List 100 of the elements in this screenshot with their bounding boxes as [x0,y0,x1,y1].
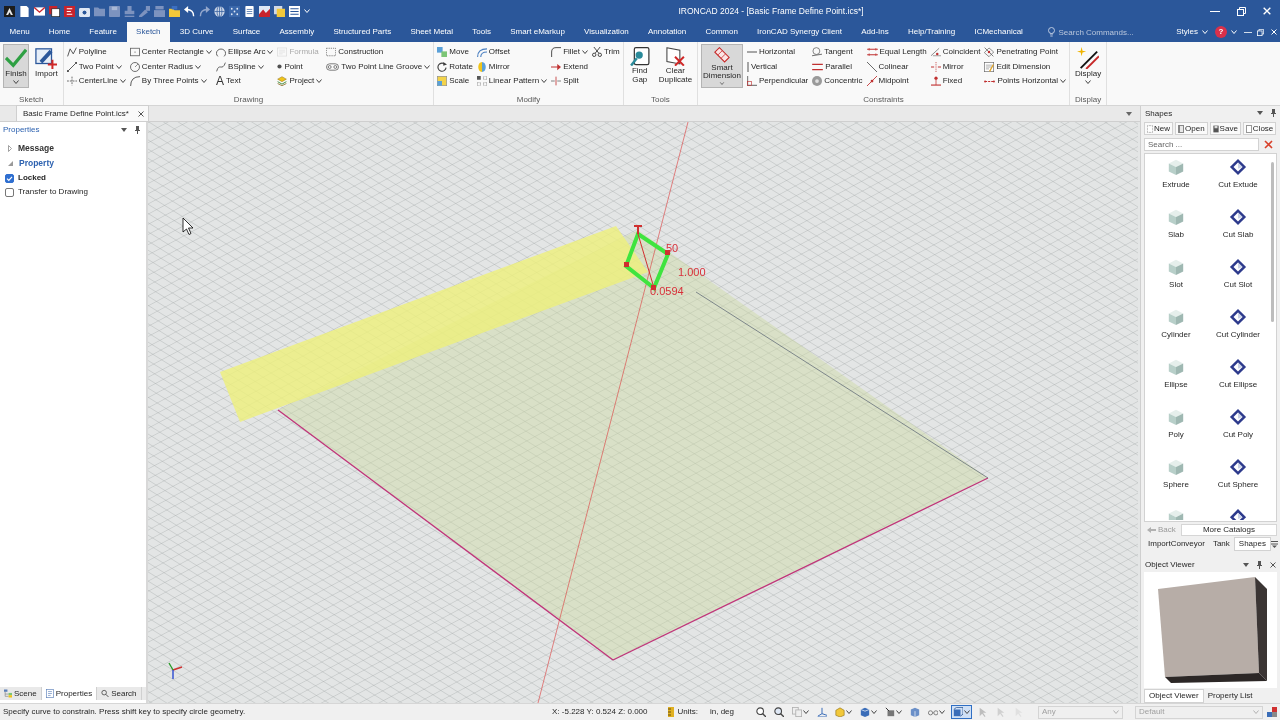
ribbon-tab[interactable]: Sketch [126,22,171,42]
panel-tab[interactable]: Properties [41,687,98,700]
ribbon-button[interactable]: Two Point Line Groove [326,59,431,74]
ribbon-tab[interactable]: Visualization [574,22,639,42]
ribbon-tab[interactable]: Assembly [269,22,324,42]
ribbon-tab[interactable]: Surface [223,22,270,42]
cube-icon[interactable] [860,707,870,717]
ribbon-tab[interactable]: Menu [0,22,40,42]
panel-tab[interactable]: Property List [1203,688,1257,703]
ribbon-large-button[interactable]: Smart Dimension [701,44,743,88]
view-mode-button[interactable] [951,705,972,719]
axis-icon[interactable] [817,707,827,717]
checkbox[interactable] [5,187,14,197]
magnifier-icon[interactable] [774,707,784,717]
panel-tab[interactable]: ImportConveyor [1144,537,1209,552]
more-catalogs-button[interactable]: More Catalogs [1180,523,1277,536]
shape-item[interactable]: Slot [1145,257,1207,308]
ribbon-button[interactable]: Fillet [551,45,589,60]
ribbon-button[interactable]: Point [277,59,323,74]
document-tab[interactable]: Basic Frame Define Point.ics* [16,105,149,121]
page-icon[interactable] [19,5,30,17]
ribbon-tab[interactable]: Common [695,22,748,42]
pin-icon[interactable] [1257,560,1262,569]
panel-button[interactable]: New [1144,122,1173,136]
ribbon-button[interactable]: Trim [592,45,620,60]
panel-tab[interactable]: Search [97,687,142,700]
letter-sheet-icon[interactable] [64,5,75,17]
panel-tab[interactable]: Scene [0,687,42,700]
arrow-box-icon[interactable] [885,707,895,717]
ribbon-tab[interactable]: Annotation [638,22,696,42]
shape-item[interactable]: Extrude [1145,157,1207,208]
app-logo-icon[interactable] [4,5,15,17]
ribbon-button[interactable]: Linear Pattern [476,74,548,89]
folder-icon[interactable] [169,5,180,17]
undo-icon[interactable] [184,5,195,17]
ribbon-large-button[interactable]: Display [1072,44,1104,88]
help-button[interactable]: ? [1215,26,1227,38]
ribbon-button[interactable]: Center Rectangle [129,45,213,60]
ribbon-button[interactable]: Project [277,74,323,89]
ribbon-large-button[interactable]: Find Gap [626,44,653,88]
pin-icon[interactable] [135,125,140,134]
ribbon-tab[interactable]: Home [39,22,80,42]
scrollbar-thumb[interactable] [1271,161,1274,322]
ribbon-button[interactable]: Center Radius [129,59,213,74]
ribbon-button[interactable]: Edit Dimension [984,59,1066,74]
shape-item[interactable]: Poly [1145,407,1207,458]
ribbon-button[interactable]: Penetrating Point [984,45,1066,60]
dropdown-arrow-icon[interactable] [1257,111,1263,116]
ribbon-tab[interactable]: 3D Curve [170,22,224,42]
panel-tab[interactable]: Tank [1208,537,1234,552]
ribbon-button[interactable]: Scale [437,74,473,89]
ribbon-button[interactable]: Equal Length [866,45,927,60]
ribbon-tab[interactable]: Help/Training [898,22,965,42]
shape-item[interactable]: Cut Poly [1207,407,1269,458]
ribbon-large-button[interactable]: Finish [3,44,29,88]
ribbon-button[interactable]: Split [551,74,589,89]
envelope-icon[interactable] [34,5,45,17]
panel-button[interactable]: Save [1209,122,1241,136]
styles-menu[interactable]: Styles [1173,24,1211,40]
panel-button[interactable]: Open [1175,122,1208,136]
panel-tab[interactable]: Object Viewer [1144,688,1204,703]
ribbon-tab[interactable]: Smart eMarkup [500,22,575,42]
search-field[interactable]: Search ... [1144,137,1259,151]
pin-icon[interactable] [1271,109,1276,118]
stacked-pages-icon[interactable] [49,5,60,17]
shape-item[interactable]: Cut Sphere [1207,457,1269,508]
ribbon-button[interactable]: Tangent [812,45,863,60]
camera-icon[interactable] [79,5,90,17]
ribbon-button[interactable]: Extend [551,59,589,74]
ribbon-button[interactable]: Parallel [812,59,863,74]
shape-item[interactable]: Slab [1145,207,1207,258]
ribbon-tab[interactable]: Feature [79,22,127,42]
ribbon-button[interactable]: Fixed [930,74,981,89]
shape-item[interactable]: Cut Cylinder [1207,307,1269,358]
shape-item[interactable]: Ellipse [1145,357,1207,408]
ribbon-large-button[interactable]: Import [33,44,60,88]
glasses-icon[interactable] [928,707,938,717]
redo-icon[interactable] [199,5,210,17]
dot-grid-icon[interactable] [229,5,240,17]
ribbon-tab[interactable]: Sheet Metal [400,22,463,42]
dropdown-arrow-icon[interactable] [1126,111,1132,116]
ribbon-large-button[interactable]: Clear Duplicate [656,44,695,88]
section-label[interactable]: Message [18,143,54,154]
ribbon-button[interactable]: Ellipse Arc [216,45,274,60]
shape-item[interactable]: Cylinder [1145,307,1207,358]
ribbon-button[interactable]: Construction [326,45,431,60]
ribbon-button[interactable]: Midpoint [866,74,927,89]
ribbon-button[interactable]: Colinear [866,59,927,74]
ribbon-tab[interactable]: Add-Ins [851,22,899,42]
shape-item[interactable]: Cut Extude [1207,157,1269,208]
panel-button[interactable]: Close [1242,122,1277,136]
command-search-field[interactable]: Search Commands... [1055,25,1148,39]
dropdown-arrow-icon[interactable] [121,127,127,132]
ribbon-button[interactable]: Points Horizontal [984,74,1066,89]
ribbon-button[interactable]: Vertical [746,59,809,74]
ribbon-tab[interactable]: ICMechanical [964,22,1033,42]
checkbox[interactable] [5,173,14,183]
dropdown-arrow-icon[interactable] [1243,562,1249,567]
shape-item[interactable]: Cut Slab [1207,207,1269,258]
shape-item[interactable]: Cut Ellipse [1207,357,1269,408]
